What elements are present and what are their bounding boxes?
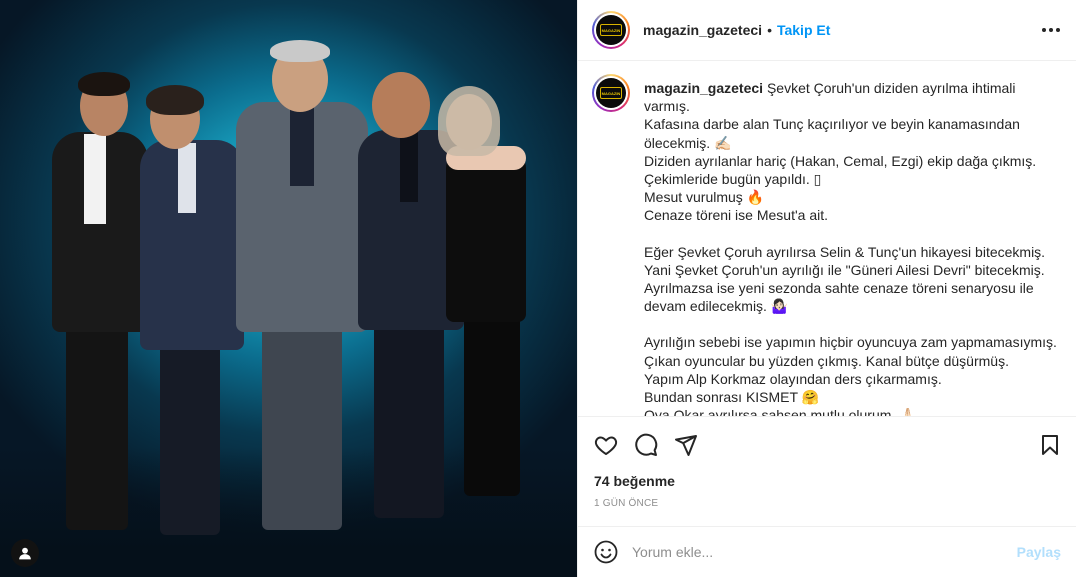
username-link[interactable]: magazin_gazeteci: [643, 22, 762, 38]
caption-line: Çıkan oyuncular bu yüzden çıkmış. Kanal …: [644, 352, 1009, 369]
comment-input[interactable]: [632, 544, 1002, 560]
caption-line: Bundan sonrası KISMET 🤗: [644, 389, 820, 406]
share-post-button[interactable]: [674, 433, 698, 457]
caption-line: varmış.: [644, 98, 690, 115]
bookmark-icon: [1042, 435, 1058, 455]
caption-line: Çekimleride bugün yapıldı. ▯: [644, 171, 822, 188]
separator-dot: •: [767, 22, 772, 38]
avatar[interactable]: MAGAZIN: [592, 11, 630, 49]
like-count[interactable]: 74 beğenme: [594, 473, 675, 489]
caption-line: Ayrılmazsa ise yeni sezonda sahte cenaze…: [644, 280, 1034, 297]
caption-line: Kafasına darbe alan Tunç kaçırılıyor ve …: [644, 116, 1020, 133]
post-side-panel: MAGAZIN magazin_gazeteci • Takip Et MAGA…: [577, 0, 1076, 577]
caption-line: Oya Okar ayrılırsa şahsen mutlu olurum. …: [644, 407, 917, 416]
avatar[interactable]: MAGAZIN: [592, 74, 630, 112]
avatar-logo: MAGAZIN: [600, 87, 622, 99]
user-icon: [19, 547, 31, 560]
follow-button[interactable]: Takip Et: [777, 22, 830, 38]
tagged-user-button[interactable]: [11, 539, 39, 567]
caption-line: Yapım Alp Korkmaz olayından ders çıkarma…: [644, 370, 942, 387]
more-options-button[interactable]: [1039, 22, 1063, 38]
caption-line: Eğer Şevket Çoruh ayrılırsa Selin & Tunç…: [644, 243, 1046, 260]
comment-bar: Paylaş: [578, 526, 1076, 577]
post-comment-button[interactable]: Paylaş: [1017, 544, 1061, 560]
caption-line: devam edilecekmiş. 🤷🏻‍♀️: [644, 298, 789, 315]
heart-icon: [594, 436, 618, 455]
person-figure: [428, 86, 548, 506]
caption-section: MAGAZIN magazin_gazeteci Şevket Çoruh'un…: [578, 62, 1076, 416]
more-horizontal-icon: [1042, 28, 1046, 32]
caption-line: Şevket Çoruh'un diziden ayrılma ihtimali: [766, 80, 1016, 96]
smiley-icon: [594, 540, 618, 564]
post-timestamp[interactable]: 1 GÜN ÖNCE: [594, 498, 658, 509]
caption-line: Ayrılığın sebebi ise yapımın hiçbir oyun…: [644, 334, 1057, 351]
post-header: MAGAZIN magazin_gazeteci • Takip Et: [578, 0, 1076, 61]
save-button[interactable]: [1038, 433, 1062, 457]
caption-line: ölecekmiş. ✍🏻: [644, 134, 732, 151]
caption-line: Diziden ayrılanlar hariç (Hakan, Cemal, …: [644, 152, 1037, 169]
caption-line: Yani Şevket Çoruh'un ayrılığı ile "Güner…: [644, 261, 1045, 278]
person-figure: [232, 40, 372, 540]
caption-username-link[interactable]: magazin_gazeteci: [644, 80, 763, 96]
action-bar: [578, 416, 1076, 470]
paper-plane-icon: [675, 435, 697, 456]
like-button[interactable]: [594, 433, 618, 457]
avatar-logo: MAGAZIN: [600, 24, 622, 36]
caption-text: magazin_gazeteci Şevket Çoruh'un diziden…: [644, 79, 1057, 416]
comment-icon: [635, 433, 658, 456]
post-image[interactable]: [0, 0, 577, 577]
comment-button[interactable]: [634, 433, 658, 457]
caption-line: Cenaze töreni ise Mesut'a ait.: [644, 207, 828, 224]
emoji-button[interactable]: [594, 540, 618, 564]
caption-line: Mesut vurulmuş 🔥: [644, 189, 765, 206]
